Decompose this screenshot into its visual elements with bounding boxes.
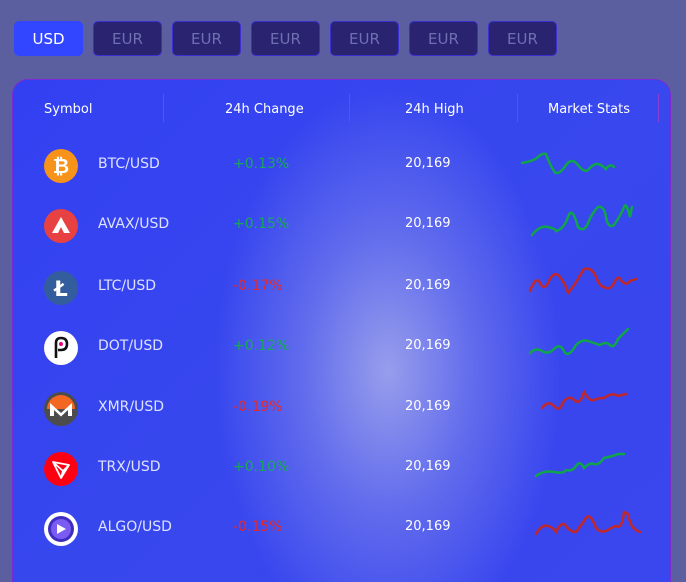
symbol-label: AVAX/USD — [98, 216, 170, 232]
symbol-label: ALGO/USD — [98, 519, 172, 535]
sparkline — [534, 510, 642, 536]
market-table: Symbol 24h Change 24h High Market Stats … — [12, 79, 671, 582]
symbol-label: DOT/USD — [98, 338, 163, 354]
header-24h-change: 24h Change — [225, 101, 304, 117]
sparkline — [534, 452, 626, 478]
avalanche-icon — [44, 209, 78, 243]
header-divider — [658, 94, 659, 122]
change-value: -0.15% — [233, 519, 283, 535]
monero-icon — [44, 392, 78, 426]
change-value: +0.10% — [233, 459, 290, 475]
table-header: Symbol 24h Change 24h High Market Stats — [13, 80, 670, 138]
sparkline — [528, 327, 630, 356]
table-row[interactable]: TRX/USD +0.10% 20,169 — [13, 444, 670, 494]
header-divider — [517, 94, 518, 122]
svg-text:Ł: Ł — [53, 277, 67, 301]
table-row[interactable]: ₿ BTC/USD +0.13% 20,169 — [13, 141, 670, 191]
change-value: -0.19% — [233, 399, 283, 415]
header-symbol: Symbol — [44, 101, 93, 117]
table-row[interactable]: Ł LTC/USD -0.17% 20,169 — [13, 263, 670, 313]
change-value: +0.12% — [233, 338, 290, 354]
high-value: 20,169 — [405, 519, 451, 534]
tab-usd[interactable]: USD — [14, 21, 83, 56]
header-24h-high: 24h High — [405, 101, 464, 117]
tab-eur[interactable]: EUR — [488, 21, 557, 56]
algorand-icon — [44, 512, 78, 546]
sparkline — [530, 204, 634, 237]
polkadot-icon — [44, 331, 78, 365]
high-value: 20,169 — [405, 459, 451, 474]
sparkline — [540, 388, 628, 410]
high-value: 20,169 — [405, 399, 451, 414]
header-divider — [349, 94, 350, 122]
currency-tabs: USD EUR EUR EUR EUR EUR EUR — [14, 21, 557, 56]
header-market-stats: Market Stats — [548, 101, 631, 117]
tab-eur[interactable]: EUR — [409, 21, 478, 56]
litecoin-icon: Ł — [44, 271, 78, 305]
symbol-label: XMR/USD — [98, 399, 165, 415]
table-row[interactable]: DOT/USD +0.12% 20,169 — [13, 323, 670, 373]
high-value: 20,169 — [405, 338, 451, 353]
high-value: 20,169 — [405, 156, 451, 171]
change-value: -0.17% — [233, 278, 283, 294]
table-row[interactable]: ALGO/USD -0.15% 20,169 — [13, 504, 670, 554]
tab-eur[interactable]: EUR — [172, 21, 241, 56]
high-value: 20,169 — [405, 216, 451, 231]
symbol-label: TRX/USD — [98, 459, 161, 475]
change-value: +0.13% — [233, 156, 290, 172]
change-value: +0.15% — [233, 216, 290, 232]
header-divider — [163, 94, 164, 122]
tab-eur[interactable]: EUR — [330, 21, 399, 56]
high-value: 20,169 — [405, 278, 451, 293]
svg-text:₿: ₿ — [53, 154, 69, 178]
table-row[interactable]: AVAX/USD +0.15% 20,169 — [13, 201, 670, 251]
tab-eur[interactable]: EUR — [93, 21, 162, 56]
tron-icon — [44, 452, 78, 486]
table-row[interactable]: XMR/USD -0.19% 20,169 — [13, 384, 670, 434]
bitcoin-icon: ₿ — [44, 149, 78, 183]
sparkline — [528, 267, 638, 296]
symbol-label: LTC/USD — [98, 278, 157, 294]
symbol-label: BTC/USD — [98, 156, 160, 172]
sparkline — [520, 152, 616, 175]
tab-eur[interactable]: EUR — [251, 21, 320, 56]
